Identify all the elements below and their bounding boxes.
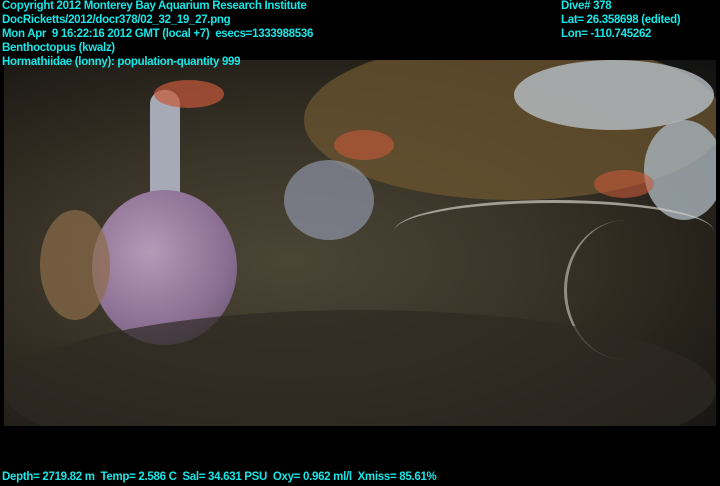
copyright-text: Copyright 2012 Monterey Bay Aquarium Res… <box>2 0 307 12</box>
seafloor-photo <box>4 60 716 426</box>
annotation-benthoctopus: Benthoctopus (kwalz) <box>2 42 115 54</box>
sponge-white-right <box>644 120 716 220</box>
anemone <box>594 170 654 198</box>
annotation-hormathiidae: Hormathiidae (lonny): population-quantit… <box>2 56 241 68</box>
octopus-arms <box>40 210 110 320</box>
latitude: Lat= 26.358698 (edited) <box>561 14 681 26</box>
sensor-readout: Depth= 2719.82 m Temp= 2.586 C Sal= 34.6… <box>2 471 437 483</box>
anemone <box>334 130 394 160</box>
dive-number: Dive# 378 <box>561 0 612 12</box>
longitude: Lon= -110.745262 <box>561 28 652 40</box>
file-path-text: DocRicketts/2012/docr378/02_32_19_27.png <box>2 14 231 26</box>
anemone <box>154 80 224 108</box>
sponge-grey <box>284 160 374 240</box>
datetime-text: Mon Apr 9 16:22:16 2012 GMT (local +7) e… <box>2 28 314 40</box>
